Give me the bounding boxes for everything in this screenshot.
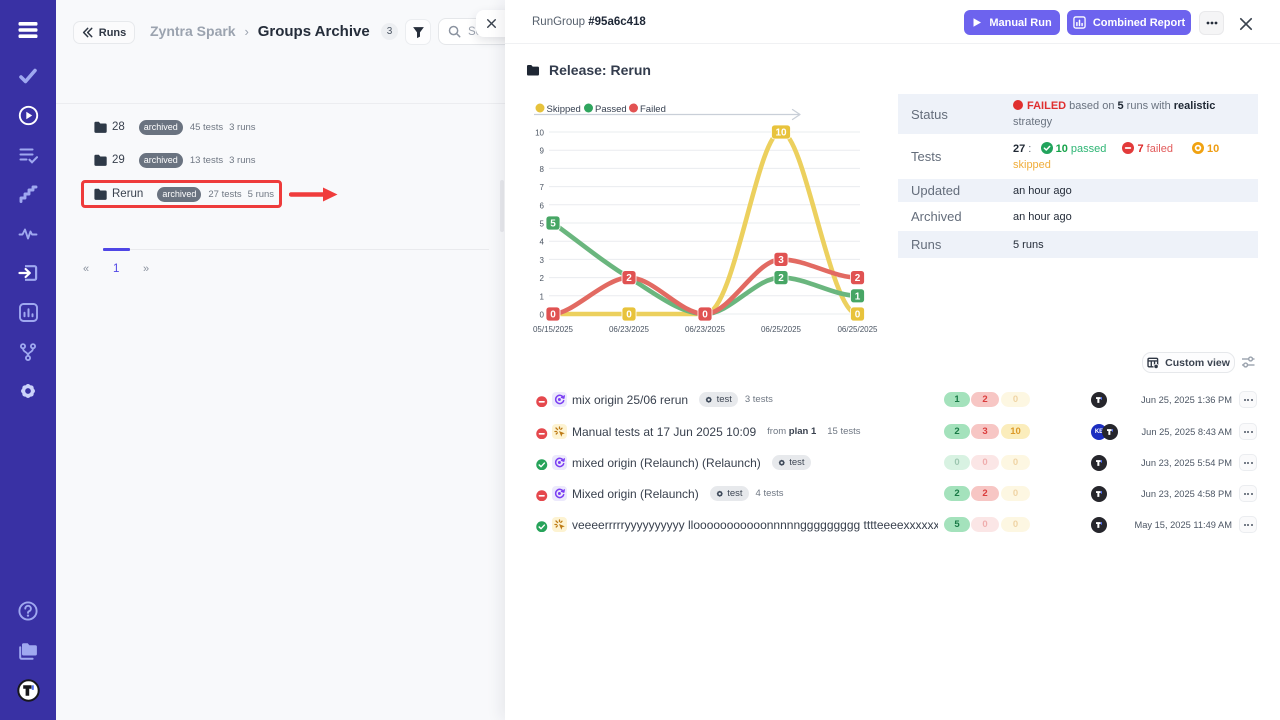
svg-text:3: 3 xyxy=(778,255,784,266)
svg-text:Failed: Failed xyxy=(640,104,666,115)
svg-text:06/25/2025: 06/25/2025 xyxy=(761,325,802,334)
svg-text:0: 0 xyxy=(550,310,556,321)
svg-text:06/23/2025: 06/23/2025 xyxy=(609,325,650,334)
svg-text:2: 2 xyxy=(778,273,784,284)
svg-text:10: 10 xyxy=(535,129,544,138)
svg-text:5: 5 xyxy=(540,220,545,229)
svg-text:06/23/2025: 06/23/2025 xyxy=(685,325,726,334)
svg-text:9: 9 xyxy=(540,147,545,156)
svg-text:4: 4 xyxy=(540,238,545,247)
svg-text:2: 2 xyxy=(626,273,632,284)
svg-text:Passed: Passed xyxy=(595,104,627,115)
svg-text:7: 7 xyxy=(540,183,545,192)
svg-text:0: 0 xyxy=(702,310,708,321)
svg-text:2: 2 xyxy=(855,273,861,284)
svg-text:1: 1 xyxy=(855,291,861,302)
svg-text:05/15/2025: 05/15/2025 xyxy=(533,325,574,334)
svg-text:Skipped: Skipped xyxy=(547,104,581,115)
svg-text:6: 6 xyxy=(540,201,545,210)
svg-text:06/25/2025: 06/25/2025 xyxy=(837,325,878,334)
svg-text:0: 0 xyxy=(540,311,545,320)
svg-text:0: 0 xyxy=(855,310,861,321)
svg-text:5: 5 xyxy=(550,219,556,230)
svg-text:1: 1 xyxy=(540,292,545,301)
svg-text:3: 3 xyxy=(540,256,545,265)
svg-text:10: 10 xyxy=(775,128,787,139)
svg-text:2: 2 xyxy=(540,274,545,283)
svg-text:8: 8 xyxy=(540,165,545,174)
svg-text:0: 0 xyxy=(626,310,632,321)
